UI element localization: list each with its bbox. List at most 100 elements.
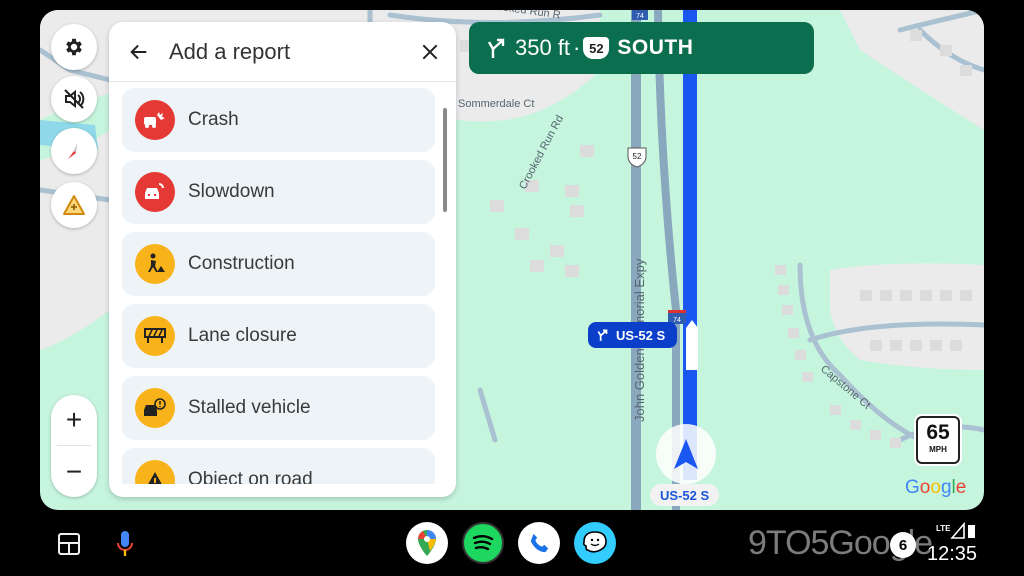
android-auto-screen: Sommerdale Ct Crooked Run Rd John Golden… (40, 10, 984, 510)
report-item-crash[interactable]: Crash (122, 88, 435, 152)
navigation-arrow-icon (674, 439, 698, 469)
construction-icon (135, 244, 175, 284)
route-shield-74: 74 (632, 10, 648, 20)
building (565, 265, 579, 277)
stalled-vehicle-icon (135, 388, 175, 428)
building (890, 340, 902, 351)
current-road-label: US-52 S (650, 484, 720, 506)
app-phone[interactable] (518, 522, 560, 564)
building (775, 265, 786, 275)
building (910, 30, 922, 41)
building (830, 405, 841, 415)
report-list: Crash Slowdown Construction Lane closure (109, 88, 456, 484)
building (930, 340, 942, 351)
building (920, 290, 932, 301)
close-button[interactable] (416, 38, 444, 66)
waze-icon (582, 531, 607, 553)
building (515, 228, 529, 240)
building (802, 372, 813, 382)
residential-area (830, 263, 984, 370)
street-label: Capstone Ct (818, 363, 873, 412)
report-item-stalled-vehicle[interactable]: Stalled vehicle (122, 376, 435, 440)
report-item-object-on-road[interactable]: Object on road (122, 448, 435, 484)
turn-distance: 350 ft (515, 35, 571, 60)
phone-icon (530, 533, 549, 553)
building (940, 45, 952, 56)
panel-title: Add a report (169, 39, 291, 64)
google-maps-icon (418, 530, 436, 556)
turn-direction: SOUTH (617, 36, 694, 59)
svg-text:74: 74 (636, 13, 644, 20)
google-logo: Google (905, 477, 967, 498)
building (900, 290, 912, 301)
lane-closure-icon (135, 316, 175, 356)
building (530, 260, 544, 272)
svg-text:52: 52 (633, 152, 642, 161)
notification-badge[interactable]: 6 (890, 532, 916, 558)
clock: 12:35 (927, 543, 978, 565)
spotify-icon (472, 535, 494, 551)
app-google-maps[interactable] (406, 522, 448, 564)
app-waze[interactable] (574, 522, 616, 564)
report-item-construction[interactable]: Construction (122, 232, 435, 296)
volume-off-icon (64, 89, 85, 109)
building (490, 200, 504, 212)
settings-button[interactable] (51, 24, 97, 70)
mute-button[interactable] (51, 76, 97, 122)
arrow-left-icon (130, 44, 147, 60)
back-button[interactable] (125, 38, 153, 66)
speed-limit-unit: MPH (929, 445, 947, 454)
turn-instruction-card[interactable]: 350 ft · 52 SOUTH (469, 22, 814, 74)
dashboard-button[interactable] (55, 530, 83, 558)
report-item-lane-closure[interactable]: Lane closure (122, 304, 435, 368)
route-callout: US-52 S (588, 322, 678, 348)
street-label: Crooked Run Rd (517, 113, 566, 191)
report-item-label: Slowdown (188, 181, 275, 202)
report-item-label: Stalled vehicle (188, 397, 311, 418)
report-item-label: Object on road (188, 469, 313, 484)
separator: · (573, 35, 581, 60)
report-item-label: Lane closure (188, 325, 297, 346)
slowdown-icon (135, 172, 175, 212)
building (782, 305, 793, 315)
building (570, 205, 584, 217)
signal-battery-icons (950, 522, 975, 539)
building (960, 65, 972, 76)
building (910, 340, 922, 351)
gear-icon (66, 38, 82, 56)
building (565, 185, 579, 197)
panel-header: Add a report (109, 22, 456, 82)
report-item-label: Construction (188, 253, 295, 274)
close-icon (422, 44, 438, 60)
microphone-icon (117, 531, 133, 556)
compass-icon (68, 143, 77, 159)
building (550, 245, 564, 257)
signal-icon (950, 522, 965, 539)
dashboard-icon (58, 533, 80, 555)
app-spotify[interactable] (462, 522, 504, 564)
add-report-button[interactable] (51, 182, 97, 228)
report-incident-icon (63, 195, 85, 215)
callout-text: US-52 S (616, 327, 666, 343)
report-item-slowdown[interactable]: Slowdown (122, 160, 435, 224)
turn-slight-right-icon (597, 329, 608, 341)
assistant-button[interactable] (112, 528, 138, 560)
street-label: Sommerdale Ct (458, 98, 534, 110)
building (950, 340, 962, 351)
building (870, 340, 882, 351)
building (778, 285, 789, 295)
turn-slight-right-icon (487, 38, 505, 58)
building (795, 350, 806, 360)
battery-icon (968, 525, 975, 538)
plus-icon: + (65, 404, 83, 435)
zoom-out-button[interactable]: − (51, 447, 97, 497)
building (860, 290, 872, 301)
building (880, 290, 892, 301)
hazard-icon (135, 460, 175, 484)
divider (57, 445, 91, 446)
compass-button[interactable] (51, 128, 97, 174)
zoom-in-button[interactable]: + (51, 395, 97, 445)
scrollbar[interactable] (443, 108, 447, 212)
speed-limit-value: 65 (926, 421, 950, 444)
building (890, 438, 901, 448)
